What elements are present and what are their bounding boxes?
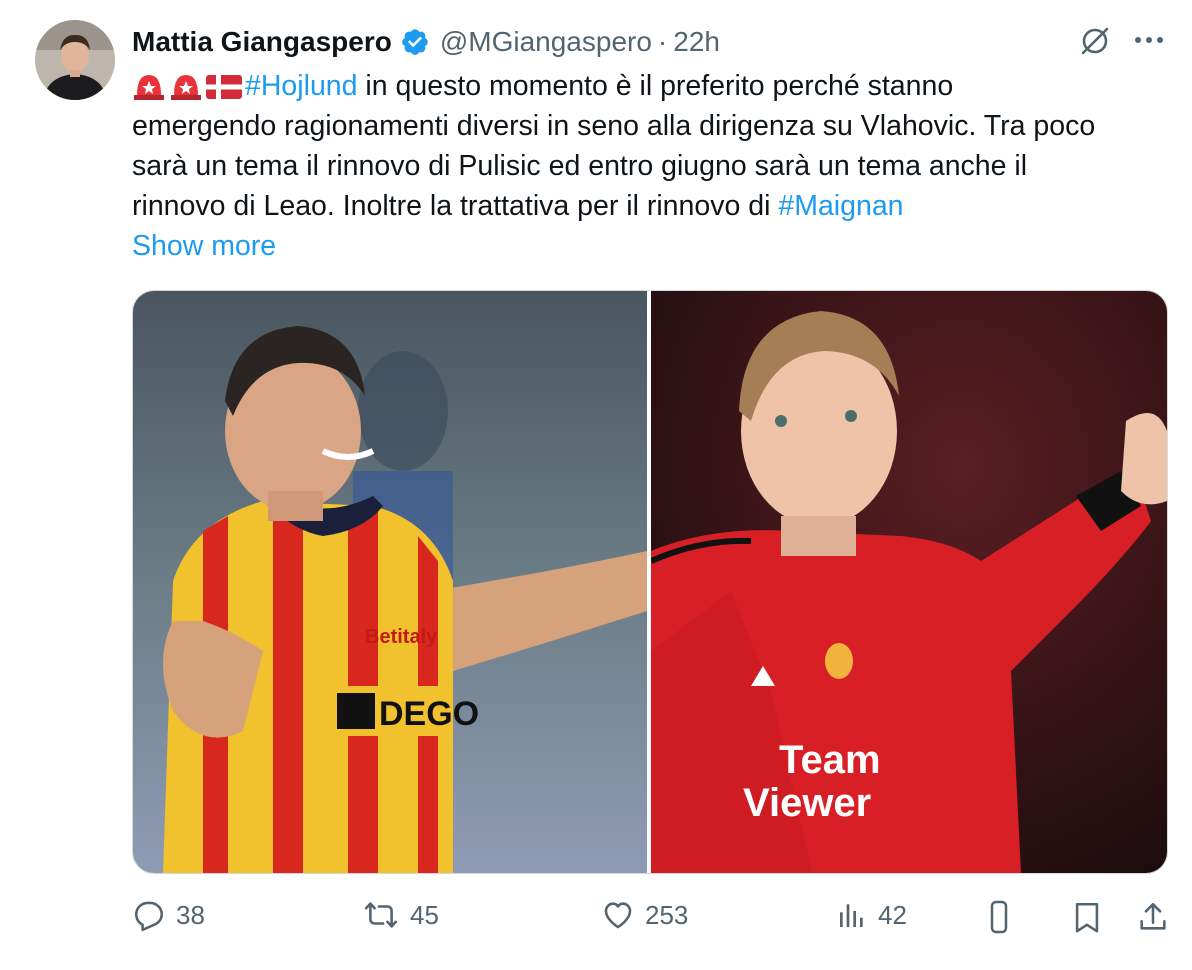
- avatar-image: [35, 20, 115, 100]
- more-options-icon[interactable]: [1132, 30, 1166, 50]
- photo-left[interactable]: DEGO Betitaly: [133, 291, 647, 873]
- verified-badge-icon: [402, 29, 428, 55]
- tweet-line-4: rinnovo di Leao. Inoltre la trattativa p…: [132, 186, 1172, 226]
- author-name[interactable]: Mattia Giangaspero: [132, 26, 392, 58]
- sponsor-dego: DEGO: [379, 695, 479, 733]
- sleeve-sponsor: Betitaly: [365, 626, 438, 648]
- avatar[interactable]: [35, 20, 115, 100]
- hashtag-hojlund[interactable]: #Hojlund: [245, 70, 358, 102]
- tweet-line-2: emergendo ragionamenti diversi in seno a…: [132, 110, 1096, 142]
- repost-count: 45: [410, 899, 439, 930]
- tweet-line-1: 🚨🚨🇩🇰#Hojlund in questo momento è il pref…: [132, 66, 1172, 106]
- photo-player-lecce-image: DEGO Betitaly: [133, 291, 647, 873]
- photo-player-man-utd-image: Team Viewer: [651, 291, 1167, 873]
- sponsor-team: Team: [779, 738, 881, 782]
- siren-emoji-icon: [134, 75, 164, 100]
- sponsor-viewer: Viewer: [743, 781, 871, 825]
- tweet-line-1-text: in questo momento è il preferito perché …: [357, 70, 954, 102]
- tweet-actions: 38 45 253 42: [0, 890, 1192, 950]
- like-button[interactable]: 253: [601, 898, 688, 932]
- reply-count: 38: [176, 899, 205, 930]
- bookmark-icon[interactable]: [1070, 898, 1104, 936]
- repost-button[interactable]: 45: [362, 898, 439, 932]
- separator-dot: ·: [657, 26, 668, 57]
- author-handle[interactable]: @MGiangaspero: [440, 26, 652, 58]
- views-chart-icon: [840, 904, 863, 927]
- hashtag-maignan[interactable]: #Maignan: [778, 190, 903, 222]
- tweet-header: Mattia Giangaspero @MGiangaspero · 22h: [132, 22, 720, 62]
- show-more-link[interactable]: Show more: [132, 226, 276, 266]
- tweet-line-3: sarà un tema il rinnovo di Pulisic ed en…: [132, 150, 1028, 182]
- like-count: 253: [645, 899, 689, 930]
- scroll-sliver-icon: [990, 900, 1008, 934]
- tweet-card[interactable]: Mattia Giangaspero @MGiangaspero · 22h 🚨…: [0, 0, 1192, 970]
- siren-emoji-icon: [171, 75, 201, 100]
- views-button[interactable]: 42: [836, 898, 907, 932]
- reply-button[interactable]: 38: [132, 898, 205, 932]
- views-count: 42: [878, 899, 907, 930]
- heart-icon: [604, 902, 632, 929]
- repost-icon: [364, 902, 398, 928]
- reply-icon: [134, 901, 164, 932]
- denmark-flag-icon: [206, 75, 242, 99]
- grok-icon[interactable]: [1078, 24, 1112, 58]
- photo-right[interactable]: Team Viewer: [651, 291, 1167, 873]
- tweet-text: 🚨🚨🇩🇰#Hojlund in questo momento è il pref…: [132, 66, 1172, 226]
- tweet-timestamp[interactable]: 22h: [673, 26, 720, 58]
- tweet-line-4-text: rinnovo di Leao. Inoltre la trattativa p…: [132, 190, 779, 222]
- media-grid: DEGO Betitaly Team Viewer: [132, 290, 1168, 874]
- share-icon[interactable]: [1136, 898, 1170, 936]
